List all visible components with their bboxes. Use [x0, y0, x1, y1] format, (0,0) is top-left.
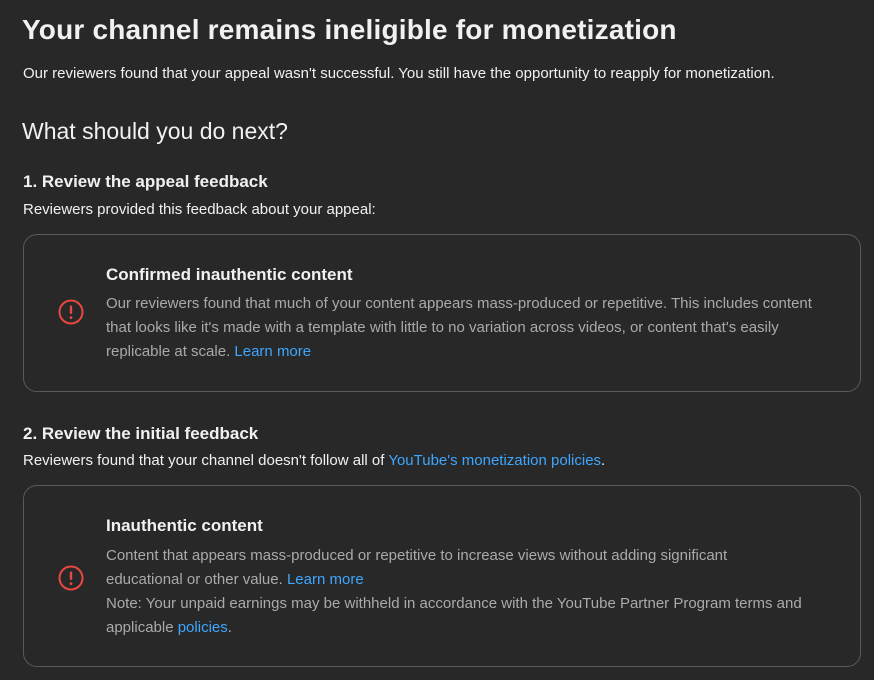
next-steps-heading: What should you do next?	[22, 118, 288, 144]
initial-feedback-card: Inauthentic content Content that appears…	[23, 485, 861, 667]
alert-circle-icon	[58, 565, 84, 591]
appeal-feedback-body: Our reviewers found that much of your co…	[106, 292, 841, 364]
initial-feedback-text: Content that appears mass-produced or re…	[106, 547, 728, 588]
earnings-note-suffix: .	[227, 619, 232, 636]
page-title: Your channel remains ineligible for mone…	[22, 14, 677, 45]
monetization-status-page: Your channel remains ineligible for mone…	[0, 0, 874, 680]
step-2-description-text: Reviewers found that your channel doesn'…	[23, 452, 389, 469]
step-1-description: Reviewers provided this feedback about y…	[23, 201, 376, 218]
learn-more-link[interactable]: Learn more	[234, 343, 311, 360]
learn-more-link[interactable]: Learn more	[287, 571, 364, 588]
monetization-policies-link[interactable]: YouTube's monetization policies	[388, 452, 601, 469]
initial-feedback-title: Inauthentic content	[106, 516, 263, 535]
step-2-heading: 2. Review the initial feedback	[23, 424, 259, 443]
appeal-feedback-text: Our reviewers found that much of your co…	[106, 295, 812, 360]
policies-link[interactable]: policies	[178, 619, 228, 636]
step-2-description-suffix: .	[601, 452, 606, 469]
step-1-heading: 1. Review the appeal feedback	[23, 172, 268, 191]
initial-feedback-body: Content that appears mass-produced or re…	[106, 544, 806, 592]
appeal-feedback-card: Confirmed inauthentic content Our review…	[23, 234, 861, 392]
alert-circle-icon	[58, 299, 84, 325]
earnings-note: Note: Your unpaid earnings may be withhe…	[106, 592, 841, 640]
page-subtitle: Our reviewers found that your appeal was…	[23, 65, 775, 82]
step-2-description: Reviewers found that your channel doesn'…	[23, 452, 605, 469]
appeal-feedback-title: Confirmed inauthentic content	[106, 265, 353, 284]
